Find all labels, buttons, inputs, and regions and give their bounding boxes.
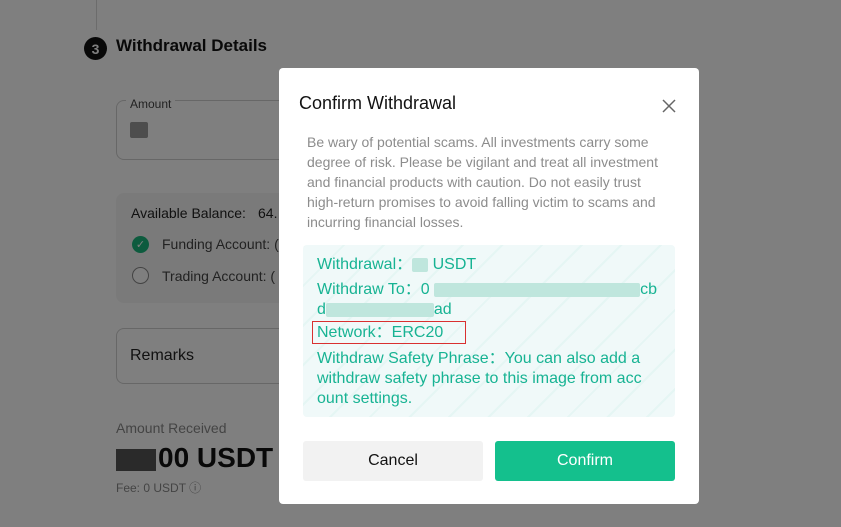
withdrawal-amount-mask (412, 257, 429, 272)
withdraw-to-row: Withdraw To：0 cb (317, 281, 657, 298)
address-mask-2 (325, 302, 434, 317)
safety-phrase-line-2: withdraw safety phrase to this image fro… (317, 370, 642, 387)
network-row: Network：ERC20 (317, 324, 444, 341)
scam-warning-text: Be wary of potential scams. All investme… (307, 134, 658, 230)
safety-phrase-line-1: Withdraw Safety Phrase：You can also add … (317, 350, 641, 367)
withdraw-to-row-2: d ad (317, 301, 452, 318)
withdrawal-amount-row: Withdrawal： USDT (317, 256, 477, 273)
address-mask (434, 282, 641, 297)
close-icon[interactable] (659, 96, 679, 116)
confirm-button[interactable]: Confirm (495, 441, 675, 481)
dialog-title: Confirm Withdrawal (299, 93, 457, 113)
safety-phrase-line-3: ount settings. (317, 390, 413, 407)
cancel-button[interactable]: Cancel (303, 441, 483, 481)
confirm-withdrawal-dialog: Confirm Withdrawal Be wary of potential … (279, 68, 699, 504)
withdrawal-summary: Withdrawal： USDT Withdraw To：0 cb d ad Ne… (303, 245, 675, 417)
